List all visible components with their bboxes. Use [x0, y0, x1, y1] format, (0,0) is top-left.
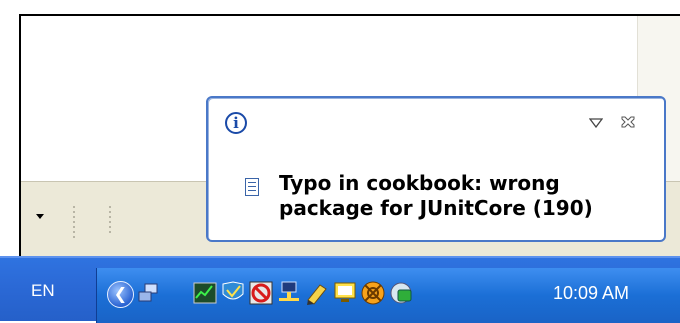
- info-icon: i: [225, 112, 247, 134]
- task-manager-icon[interactable]: [193, 280, 217, 306]
- network-icon[interactable]: [137, 280, 161, 306]
- monitor-icon[interactable]: [333, 280, 357, 306]
- task-list-icon: [245, 178, 259, 196]
- toolbar-dropdown-arrow-icon[interactable]: [36, 214, 44, 219]
- notification-message[interactable]: Typo in cookbook: wrong package for JUni…: [279, 171, 659, 221]
- show-hidden-icons-button[interactable]: ❮: [107, 281, 134, 308]
- popup-menu-icon[interactable]: [589, 118, 603, 128]
- toolbar-grip-icon[interactable]: [109, 206, 111, 236]
- blocked-icon[interactable]: [249, 280, 273, 306]
- pencil-tool-icon[interactable]: [305, 280, 329, 306]
- language-indicator[interactable]: EN: [31, 281, 55, 301]
- sync-icon[interactable]: [389, 280, 413, 306]
- taskbar: EN ❮ 10:09 AM: [0, 256, 680, 323]
- toolbar-grip-icon[interactable]: [73, 206, 75, 241]
- antivirus-icon[interactable]: [221, 280, 245, 306]
- notification-popup[interactable]: i Typo in cookbook: wrong package for JU…: [206, 96, 666, 242]
- media-icon[interactable]: [361, 280, 385, 306]
- network-connection-icon[interactable]: [277, 280, 301, 306]
- system-clock[interactable]: 10:09 AM: [553, 283, 629, 304]
- close-icon[interactable]: [620, 114, 636, 130]
- system-tray: ❮ 10:09 AM: [96, 268, 680, 323]
